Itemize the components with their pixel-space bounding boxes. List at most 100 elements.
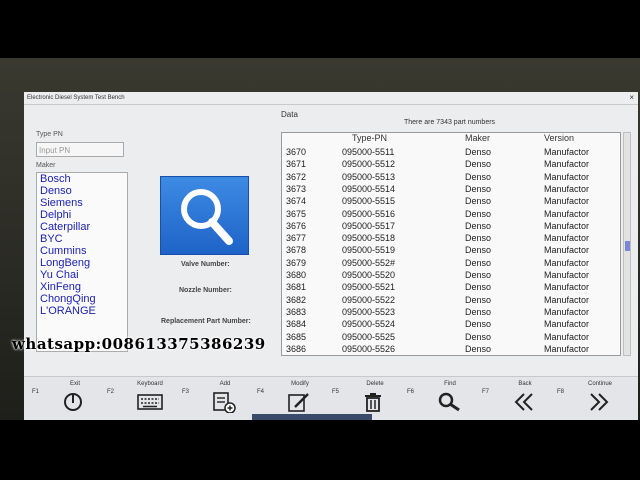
table-row[interactable]: 3675 095000-5516 Denso Manufactor — [282, 209, 620, 221]
row-maker: Denso — [465, 257, 492, 268]
find-icon — [438, 392, 460, 412]
row-type-pn: 095000-5512 — [342, 159, 396, 170]
row-type-pn: 095000-5514 — [342, 183, 396, 194]
function-key-code: F8 — [557, 389, 565, 395]
maker-item[interactable]: Siemens — [37, 197, 127, 209]
row-index: 3681 — [286, 282, 307, 293]
table-row[interactable]: 3677 095000-5518 Denso Manufactor — [282, 233, 620, 245]
table-row[interactable]: 3685 095000-5525 Denso Manufactor — [282, 332, 620, 344]
row-maker: Denso — [465, 294, 492, 305]
maker-item[interactable]: Cummins — [37, 245, 127, 257]
maker-item[interactable]: Caterpillar — [37, 221, 127, 233]
column-header-version: Version — [544, 133, 575, 143]
row-maker: Denso — [465, 147, 492, 157]
table-row[interactable]: 3686 095000-5526 Denso Manufactor — [282, 343, 620, 355]
row-maker: Denso — [465, 306, 492, 317]
table-row[interactable]: 3679 095000-552# Denso Manufactor — [282, 258, 620, 270]
row-type-pn: 095000-5518 — [342, 233, 396, 244]
table-row[interactable]: 3684 095000-5524 Denso Manufactor — [282, 319, 620, 331]
row-version: Manufactor — [544, 306, 590, 317]
row-type-pn: 095000-5517 — [342, 220, 396, 231]
window-title: Electronic Diesel System Test Bench — [27, 95, 125, 101]
row-version: Manufactor — [544, 331, 590, 342]
function-key-code: F7 — [482, 389, 490, 395]
maker-list[interactable]: Bosch Denso Siemens Delphi Caterpillar B… — [36, 172, 128, 352]
maker-item[interactable]: Yu Chai — [37, 269, 127, 281]
row-index: 3674 — [286, 196, 307, 207]
parts-table[interactable]: Type-PN Maker Version 3670 095000-5511 Den… — [281, 132, 621, 356]
maker-item[interactable]: ChongQing — [37, 293, 127, 305]
function-key-label: Modify — [291, 381, 309, 387]
watermark-text: whatsapp:008613375386239 — [12, 335, 266, 353]
function-key-exit[interactable]: F1 Exit — [32, 377, 104, 420]
function-key-label: Continue — [587, 381, 613, 387]
function-key-code: F4 — [257, 389, 265, 395]
row-maker: Denso — [465, 233, 492, 244]
row-index: 3686 — [286, 343, 307, 354]
function-key-label: Exit — [69, 381, 80, 387]
row-maker: Denso — [465, 159, 492, 170]
function-key-find[interactable]: F6 Find — [407, 377, 479, 420]
column-header-maker: Maker — [465, 133, 491, 143]
table-row[interactable]: 3680 095000-5520 Denso Manufactor — [282, 270, 620, 282]
maker-item[interactable]: LongBeng — [37, 257, 127, 269]
function-key-code: F5 — [332, 389, 340, 395]
table-row[interactable]: 3671 095000-5512 Denso Manufactor — [282, 159, 620, 171]
row-type-pn: 095000-5515 — [342, 196, 396, 207]
maker-item[interactable]: XinFeng — [37, 281, 127, 293]
table-scrollbar[interactable] — [623, 132, 631, 356]
row-version: Manufactor — [544, 183, 590, 194]
row-index: 3685 — [286, 331, 307, 342]
search-icon — [181, 189, 233, 245]
maker-item[interactable]: Delphi — [37, 209, 127, 221]
row-version: Manufactor — [544, 282, 590, 293]
table-row[interactable]: 3681 095000-5521 Denso Manufactor — [282, 282, 620, 294]
column-header-type-pn: Type-PN — [352, 133, 388, 143]
table-row[interactable]: 3682 095000-5522 Denso Manufactor — [282, 295, 620, 307]
table-row[interactable]: 3674 095000-5515 Denso Manufactor — [282, 196, 620, 208]
function-key-keyboard[interactable]: F2 Keyboard — [107, 377, 179, 420]
function-key-label: Keyboard — [137, 381, 163, 387]
function-key-continue[interactable]: F8 Continue — [557, 377, 629, 420]
maker-item[interactable]: L'ORANGE — [37, 305, 127, 317]
table-row[interactable]: 3678 095000-5519 Denso Manufactor — [282, 245, 620, 257]
row-type-pn: 095000-5525 — [342, 331, 396, 342]
row-maker: Denso — [465, 196, 492, 207]
table-row[interactable]: 3676 095000-5517 Denso Manufactor — [282, 221, 620, 233]
part-count: There are 7343 part numbers — [404, 119, 496, 126]
row-type-pn: 095000-5519 — [342, 245, 396, 256]
taskbar-strip — [252, 414, 372, 420]
row-version: Manufactor — [544, 257, 590, 268]
row-index: 3670 — [286, 147, 307, 157]
function-key-code: F6 — [407, 389, 415, 395]
row-index: 3677 — [286, 233, 307, 244]
maker-item[interactable]: BYC — [37, 233, 127, 245]
type-pn-input[interactable]: Input PN — [36, 142, 124, 157]
scrollbar-thumb[interactable] — [625, 241, 630, 251]
table-row[interactable]: 3683 095000-5523 Denso Manufactor — [282, 307, 620, 319]
function-key-add[interactable]: F3 Add — [182, 377, 254, 420]
table-row[interactable]: 3670 095000-5511 Denso Manufactor — [282, 147, 620, 159]
row-type-pn: 095000-5523 — [342, 306, 396, 317]
close-icon[interactable]: × — [629, 92, 634, 104]
row-index: 3683 — [286, 306, 307, 317]
search-button[interactable] — [160, 176, 249, 255]
function-key-label: Find — [444, 381, 456, 387]
row-type-pn: 095000-5516 — [342, 208, 396, 219]
row-index: 3673 — [286, 183, 307, 194]
keyboard-icon — [137, 394, 163, 410]
row-maker: Denso — [465, 343, 492, 354]
row-maker: Denso — [465, 282, 492, 293]
row-type-pn: 095000-5522 — [342, 294, 396, 305]
table-row[interactable]: 3672 095000-5513 Denso Manufactor — [282, 172, 620, 184]
row-maker: Denso — [465, 319, 492, 330]
row-type-pn: 095000-5511 — [342, 147, 395, 157]
table-row[interactable]: 3673 095000-5514 Denso Manufactor — [282, 184, 620, 196]
maker-label: Maker — [36, 162, 56, 169]
maker-item[interactable]: Denso — [37, 185, 127, 197]
row-version: Manufactor — [544, 220, 590, 231]
maker-item[interactable]: Bosch — [37, 173, 127, 185]
function-key-back[interactable]: F7 Back — [482, 377, 554, 420]
row-version: Manufactor — [544, 208, 590, 219]
row-index: 3684 — [286, 319, 307, 330]
